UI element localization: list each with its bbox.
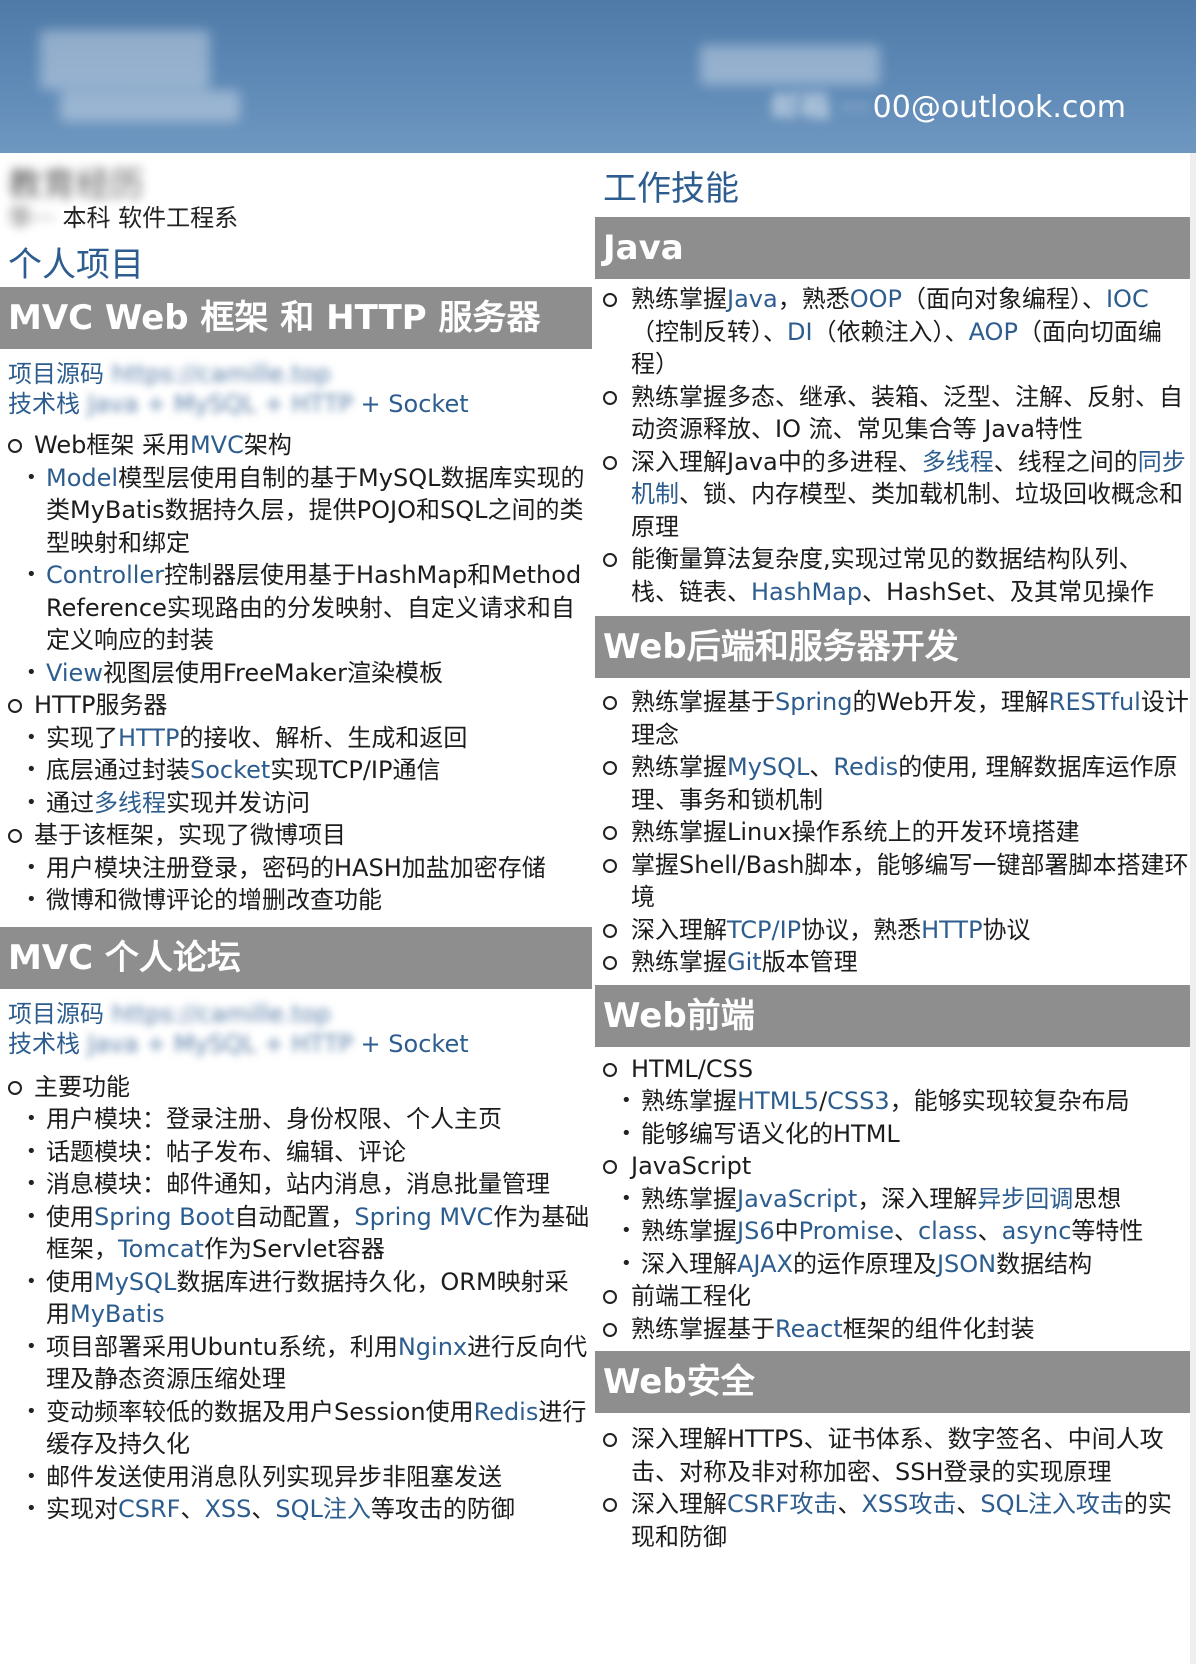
list-item: 消息模块：邮件通知，站内消息，消息批量管理 (0, 1168, 592, 1201)
list-item: 通过多线程实现并发访问 (0, 787, 592, 820)
section-java: Java (595, 217, 1190, 279)
list-item: 能够编写语义化的HTML (595, 1118, 1190, 1151)
skills-title: 工作技能 (603, 169, 739, 209)
list-item: 深入理解TCP/IP协议，熟悉HTTP协议 (595, 914, 1190, 947)
list-item: 熟练掌握多态、继承、装箱、泛型、注解、反射、自动资源释放、IO 流、常见集合等 … (595, 381, 1190, 446)
list-item: 熟练掌握JavaScript，深入理解异步回调思想 (595, 1183, 1190, 1216)
list-item: HTML/CSS (595, 1053, 1190, 1086)
list-item: 熟练掌握Java，熟悉OOP（面向对象编程）、IOC（控制反转）、DI（依赖注入… (595, 283, 1190, 381)
left-column: 教育经历 华··· 本科 软件工程系 个人项目 MVC Web 框架 和 HTT… (0, 153, 592, 1526)
list-item: 熟练掌握JS6中Promise、class、async等特性 (595, 1215, 1190, 1248)
list-item: 底层通过封装Socket实现TCP/IP通信 (0, 754, 592, 787)
list-item: 邮件发送使用消息队列实现异步非阻塞发送 (0, 1461, 592, 1494)
list-item: 掌握Shell/Bash脚本，能够编写一键部署脚本搭建环境 (595, 849, 1190, 914)
list-item: 用户模块注册登录，密码的HASH加盐加密存储 (0, 852, 592, 885)
section-frontend: Web前端 (595, 984, 1190, 1047)
list-item: JavaScript (595, 1150, 1190, 1183)
list-item: 熟练掌握Linux操作系统上的开发环境搭建 (595, 816, 1190, 849)
name-blur (40, 30, 210, 90)
project-2-list: 主要功能 用户模块：登录注册、身份权限、个人主页 话题模块：帖子发布、编辑、评论… (0, 1071, 592, 1526)
list-item: 深入理解HTTPS、证书体系、数字签名、中间人攻击、对称及非对称加密、SSH登录… (595, 1423, 1190, 1488)
education-title: 教育经历 (8, 165, 144, 205)
project-2-source: 项目源码 https://camille.top (8, 999, 331, 1028)
list-item: 变动频率较低的数据及用户Session使用Redis进行缓存及持久化 (0, 1396, 592, 1461)
list-item: Controller控制器层使用基于HashMap和Method Referen… (0, 559, 592, 657)
project-1-title: MVC Web 框架 和 HTTP 服务器 (0, 287, 592, 349)
header-banner: 邮箱 ··· 00@outlook.com (0, 0, 1196, 153)
section-backend: Web后端和服务器开发 (595, 616, 1190, 678)
info-blur (60, 90, 240, 122)
list-item: 能衡量算法复杂度,实现过常见的数据结构队列、 栈、链表、HashMap、Hash… (595, 543, 1190, 608)
list-item: 主要功能 (0, 1071, 592, 1104)
list-item: 熟练掌握Git版本管理 (595, 946, 1190, 979)
list-item: 使用Spring Boot自动配置，Spring MVC作为基础框架，Tomca… (0, 1201, 592, 1266)
list-item: 深入理解CSRF攻击、XSS攻击、SQL注入攻击的实现和防御 (595, 1488, 1190, 1553)
list-item: 熟练掌握HTML5/CSS3，能够实现较复杂布局 (595, 1085, 1190, 1118)
page-edge (1190, 153, 1196, 1664)
list-item: Model模型层使用自制的基于MySQL数据库实现的类MyBatis数据持久层，… (0, 462, 592, 560)
list-item: 熟练掌握MySQL、Redis的使用, 理解数据库运作原理、事务和锁机制 (595, 751, 1190, 816)
java-list: 熟练掌握Java，熟悉OOP（面向对象编程）、IOC（控制反转）、DI（依赖注入… (595, 283, 1190, 608)
list-item: View视图层使用FreeMaker渲染模板 (0, 657, 592, 690)
security-list: 深入理解HTTPS、证书体系、数字签名、中间人攻击、对称及非对称加密、SSH登录… (595, 1423, 1190, 1553)
email-text: 邮箱 ··· 00@outlook.com (771, 82, 1127, 126)
project-1-list: Web框架 采用MVC架构 Model模型层使用自制的基于MySQL数据库实现的… (0, 429, 592, 917)
projects-title: 个人项目 (8, 245, 144, 285)
list-item: 使用MySQL数据库进行数据持久化，ORM映射采用MyBatis (0, 1266, 592, 1331)
list-item: 实现对CSRF、XSS、SQL注入等攻击的防御 (0, 1493, 592, 1526)
list-item: 深入理解Java中的多进程、多线程、线程之间的同步机制、锁、内存模型、类加载机制… (595, 446, 1190, 544)
project-1-source: 项目源码 https://camille.top (8, 360, 331, 388)
list-item: 前端工程化 (595, 1280, 1190, 1313)
list-item: 深入理解AJAX的运作原理及JSON数据结构 (595, 1248, 1190, 1281)
list-item: 实现了HTTP的接收、解析、生成和返回 (0, 722, 592, 755)
list-item: 项目部署采用Ubuntu系统，利用Nginx进行反向代理及静态资源压缩处理 (0, 1331, 592, 1396)
backend-list: 熟练掌握基于Spring的Web开发，理解RESTful设计理念 熟练掌握MyS… (595, 686, 1190, 979)
list-item: 微博和微博评论的增删改查功能 (0, 884, 592, 917)
phone-blur (700, 45, 880, 85)
section-security: Web安全 (595, 1351, 1190, 1413)
list-item: 话题模块：帖子发布、编辑、评论 (0, 1136, 592, 1169)
list-item: 熟练掌握基于React框架的组件化封装 (595, 1313, 1190, 1346)
list-item: 熟练掌握基于Spring的Web开发，理解RESTful设计理念 (595, 686, 1190, 751)
project-2-stack: 技术栈 Java + MySQL + HTTP + Socket (8, 1029, 469, 1058)
frontend-list: HTML/CSS 熟练掌握HTML5/CSS3，能够实现较复杂布局 能够编写语义… (595, 1053, 1190, 1346)
email-value: 00@outlook.com (872, 90, 1126, 125)
list-item: 用户模块：登录注册、身份权限、个人主页 (0, 1103, 592, 1136)
right-column: 工作技能 Java 熟练掌握Java，熟悉OOP（面向对象编程）、IOC（控制反… (595, 153, 1190, 1553)
list-item: HTTP服务器 (0, 689, 592, 722)
list-item: Web框架 采用MVC架构 (0, 429, 592, 462)
email-masked: 邮箱 ··· (770, 90, 869, 125)
list-item: 基于该框架，实现了微博项目 (0, 819, 592, 852)
education-detail: 华··· 本科 软件工程系 (8, 204, 239, 232)
project-2-title: MVC 个人论坛 (0, 926, 592, 989)
project-1-stack: 技术栈 Java + MySQL + HTTP + Socket (8, 390, 469, 418)
